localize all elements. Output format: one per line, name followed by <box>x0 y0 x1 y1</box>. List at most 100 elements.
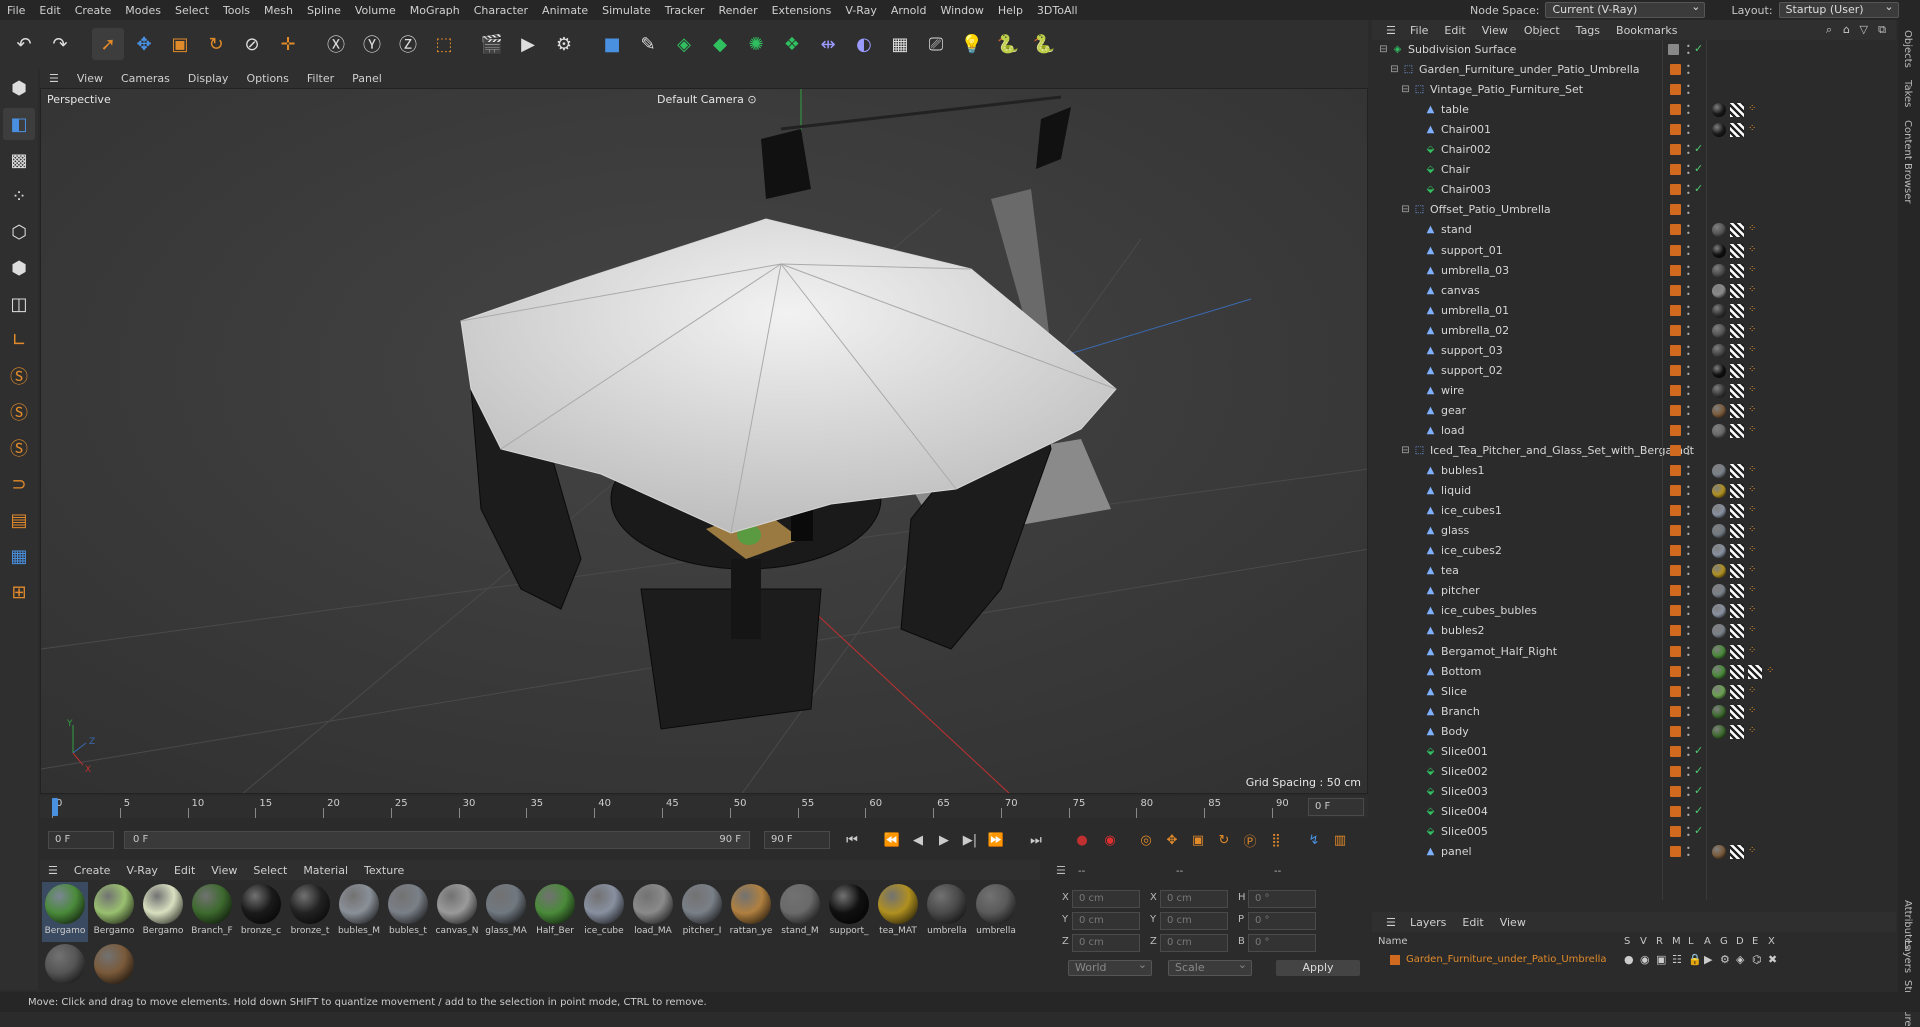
visible-render-icon[interactable]: ▣ <box>1656 953 1666 966</box>
visibility-dots-icon[interactable]: • • <box>1686 403 1691 418</box>
menu-tools[interactable]: Tools <box>216 4 257 17</box>
selection-tag-icon[interactable]: ⁘ <box>1748 624 1756 635</box>
object-row[interactable]: ▲ ice_cubes_bubles • • ⁘ <box>1372 601 1896 621</box>
key-rotation-icon[interactable]: ↻ <box>1212 828 1236 852</box>
visibility-dots-icon[interactable]: • • <box>1686 263 1691 278</box>
magnet-icon[interactable]: ⊃ <box>3 468 35 500</box>
layer-color-swatch[interactable] <box>1670 765 1681 777</box>
visibility-dots-icon[interactable]: • • <box>1686 363 1691 378</box>
material-menu-select[interactable]: Select <box>245 864 295 877</box>
render-region-icon[interactable]: 🎬 <box>476 28 508 60</box>
layer-color-swatch[interactable] <box>1670 424 1681 436</box>
material-tag-icon[interactable] <box>1712 423 1726 438</box>
side-tab-takes[interactable]: Takes <box>1902 80 1913 107</box>
visibility-dots-icon[interactable]: • • <box>1686 724 1691 739</box>
material-swatch[interactable]: ice_cube <box>581 882 627 942</box>
layer-color-swatch[interactable] <box>1670 124 1681 136</box>
object-row[interactable]: ▲ Chair001 • • ⁘ <box>1372 120 1896 140</box>
viewport-menu-filter[interactable]: Filter <box>298 72 343 85</box>
apply-button[interactable]: Apply <box>1276 960 1360 976</box>
material-swatch[interactable]: bubles_M <box>336 882 382 942</box>
object-row[interactable]: ▲ ice_cubes2 • • ⁘ <box>1372 541 1896 561</box>
object-row[interactable]: ⬙ Slice005 • • ✓ <box>1372 822 1896 842</box>
generators-icon[interactable]: ⚙ <box>1720 953 1730 966</box>
selection-tag-icon[interactable]: ⁘ <box>1766 665 1774 676</box>
material-menu-edit[interactable]: Edit <box>166 864 203 877</box>
selection-tag-icon[interactable]: ⁘ <box>1748 725 1756 736</box>
visibility-dots-icon[interactable]: • • <box>1686 323 1691 338</box>
object-row[interactable]: ▲ pitcher • • ⁘ <box>1372 581 1896 601</box>
prev-frame-icon[interactable]: ◀ <box>906 828 930 852</box>
autokey-icon[interactable]: ◉ <box>1098 828 1122 852</box>
timeline-window-icon[interactable]: ▥ <box>1328 828 1352 852</box>
xref-icon[interactable]: ✖ <box>1768 953 1777 966</box>
object-row[interactable]: ▲ glass • • ⁘ <box>1372 521 1896 541</box>
redo-icon[interactable]: ↷ <box>44 28 76 60</box>
current-frame-field[interactable]: 0 F <box>1308 798 1364 816</box>
material-menu-material[interactable]: Material <box>295 864 356 877</box>
object-menu-bookmarks[interactable]: Bookmarks <box>1608 24 1685 37</box>
material-tag-icon[interactable] <box>1712 323 1726 338</box>
object-row[interactable]: ▲ support_01 • • ⁘ <box>1372 241 1896 261</box>
material-tag-icon[interactable] <box>1712 303 1726 318</box>
scale-icon[interactable]: ▣ <box>164 28 196 60</box>
play-icon[interactable]: ▶ <box>932 828 956 852</box>
record-icon[interactable]: ● <box>1070 828 1094 852</box>
next-key-icon[interactable]: ⏩ <box>984 828 1008 852</box>
coord-scale-select[interactable]: Scale <box>1168 958 1252 976</box>
coord-value-field[interactable]: 0 ° <box>1248 912 1316 930</box>
snap-s1-icon[interactable]: Ⓢ <box>3 360 35 392</box>
menu-select[interactable]: Select <box>168 4 216 17</box>
object-row[interactable]: ⬙ Chair002 • • ✓ <box>1372 140 1896 160</box>
enabled-check-icon[interactable]: ✓ <box>1694 42 1703 55</box>
material-swatch[interactable]: bronze_t <box>287 882 333 942</box>
material-tag-icon[interactable] <box>1712 363 1726 378</box>
object-row[interactable]: ▲ bubles2 • • ⁘ <box>1372 621 1896 641</box>
uvw-tag-icon[interactable] <box>1730 363 1744 378</box>
start-frame-field[interactable]: 0 F <box>48 831 114 849</box>
object-menu-tags[interactable]: Tags <box>1568 24 1608 37</box>
visibility-dots-icon[interactable]: • • <box>1686 223 1691 238</box>
deformer-icon[interactable]: ◐ <box>848 28 880 60</box>
object-row[interactable]: ▲ umbrella_02 • • ⁘ <box>1372 321 1896 341</box>
layer-menu-view[interactable]: View <box>1492 916 1534 929</box>
selection-tag-icon[interactable]: ⁘ <box>1748 524 1756 535</box>
coord-value-field[interactable]: 0 cm <box>1160 890 1228 908</box>
object-row[interactable]: ⊟ ⬚ Offset_Patio_Umbrella • • <box>1372 200 1896 220</box>
visibility-dots-icon[interactable]: • • <box>1686 203 1691 218</box>
extrude-icon[interactable]: ◆ <box>704 28 736 60</box>
object-row[interactable]: ⊟ ◈ Subdivision Surface • • ✓ <box>1372 40 1896 60</box>
filter-icon[interactable]: ▽ <box>1860 23 1868 36</box>
layer-color-swatch[interactable] <box>1670 284 1681 296</box>
material-tag-icon[interactable] <box>1712 664 1726 679</box>
end-frame-field[interactable]: 90 F <box>764 831 830 849</box>
select-arrow-icon[interactable]: ➚ <box>92 28 124 60</box>
visibility-dots-icon[interactable]: • • <box>1686 524 1691 539</box>
layer-color-swatch[interactable] <box>1670 805 1681 817</box>
uvw-tag-icon[interactable] <box>1730 704 1744 719</box>
light-icon[interactable]: 💡 <box>956 28 988 60</box>
animation-icon[interactable]: ▶ <box>1704 953 1712 966</box>
floor-icon[interactable]: ▦ <box>884 28 916 60</box>
material-swatch[interactable]: Bergamo <box>91 882 137 942</box>
material-swatch[interactable]: stand_M <box>777 882 823 942</box>
layer-color-swatch[interactable] <box>1670 825 1681 837</box>
layer-color-swatch[interactable] <box>1670 605 1681 617</box>
layer-menu-layers[interactable]: Layers <box>1402 916 1454 929</box>
menu-extensions[interactable]: Extensions <box>765 4 839 17</box>
visibility-dots-icon[interactable]: • • <box>1686 423 1691 438</box>
motion-mode-icon[interactable]: ↯ <box>1302 828 1326 852</box>
material-hamburger-icon[interactable]: ☰ <box>40 864 66 877</box>
render-view-icon[interactable]: ▶ <box>512 28 544 60</box>
object-row[interactable]: ▲ load • • ⁘ <box>1372 421 1896 441</box>
layer-color-swatch[interactable] <box>1670 364 1681 376</box>
menu-file[interactable]: File <box>0 4 32 17</box>
viewport-hamburger-icon[interactable]: ☰ <box>40 72 68 85</box>
object-menu-file[interactable]: File <box>1402 24 1436 37</box>
uvw-tag-icon[interactable] <box>1730 564 1744 579</box>
uvw-tag-icon[interactable] <box>1730 604 1744 619</box>
layer-color-swatch[interactable] <box>1670 344 1681 356</box>
key-position-icon[interactable]: ✥ <box>1160 828 1184 852</box>
layer-color-swatch[interactable] <box>1670 465 1681 477</box>
object-menu-object[interactable]: Object <box>1516 24 1568 37</box>
